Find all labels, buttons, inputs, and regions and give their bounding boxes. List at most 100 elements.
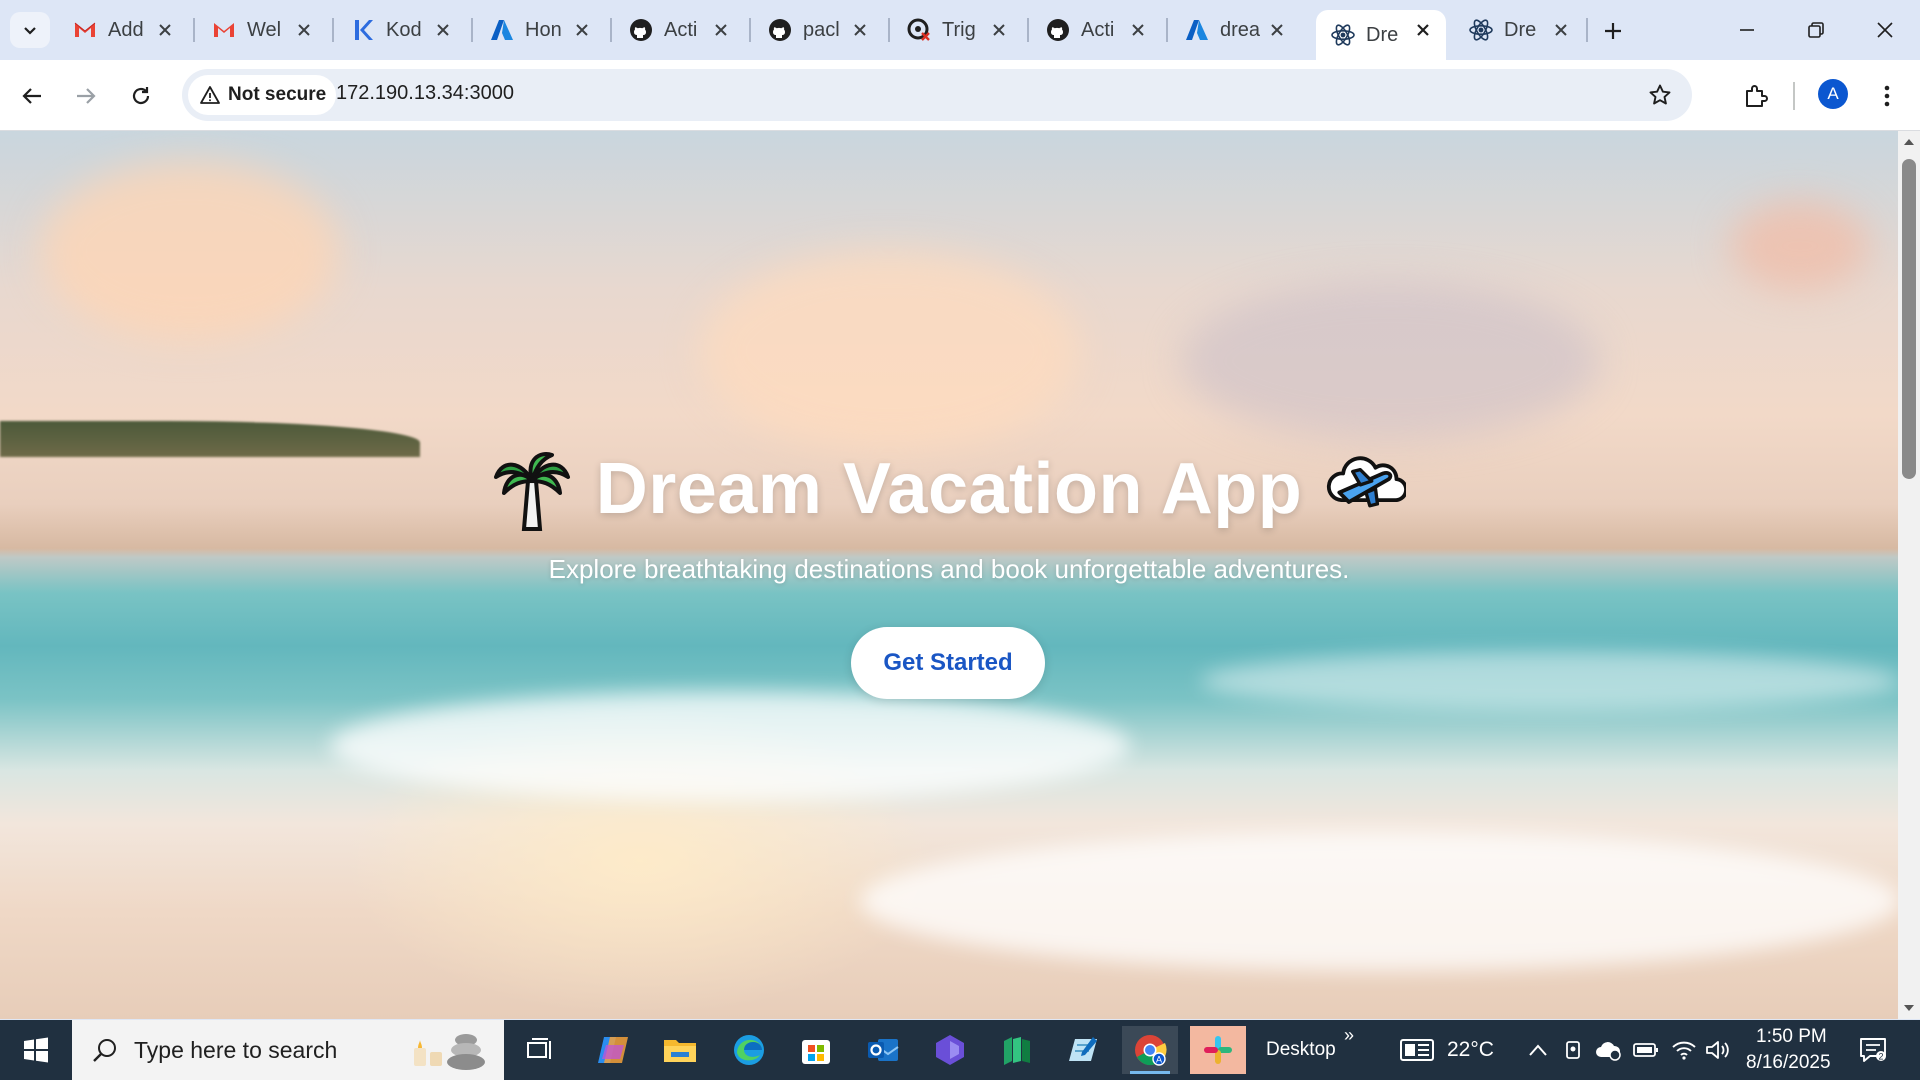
close-tab-icon[interactable] [1125, 17, 1151, 43]
close-icon [1877, 22, 1893, 38]
browser-tab[interactable]: Hon [475, 10, 605, 50]
close-window-button[interactable] [1860, 10, 1910, 50]
new-tab-button[interactable] [1596, 14, 1630, 48]
slack-icon [1204, 1036, 1232, 1064]
task-view-icon [527, 1038, 551, 1059]
profile-avatar[interactable]: A [1818, 79, 1848, 109]
search-icon [90, 1035, 120, 1065]
tab-title: Hon [525, 18, 562, 41]
edge-taskbar-button[interactable] [721, 1026, 777, 1074]
task-view-button[interactable] [512, 1026, 568, 1074]
browser-tab[interactable]: Acti [1031, 10, 1161, 50]
close-tab-icon[interactable] [152, 17, 178, 43]
browser-tab[interactable]: Wel [197, 10, 327, 50]
puzzle-icon [1746, 85, 1768, 107]
tab-divider [1027, 18, 1029, 42]
browser-tab[interactable]: Add [58, 10, 188, 50]
reload-button[interactable] [121, 76, 161, 116]
tab-title: Dre [1366, 23, 1399, 46]
slack-taskbar-button[interactable] [1190, 1026, 1246, 1074]
browser-tab[interactable]: drea [1170, 10, 1300, 50]
close-tab-icon[interactable] [430, 17, 456, 43]
chrome-taskbar-button[interactable]: A [1122, 1026, 1178, 1074]
kebab-menu-icon [1884, 85, 1890, 107]
address-bar[interactable]: Not secure 172.190.13.34:3000 [182, 69, 1692, 121]
tab-strip: Add Wel Kod Hon Acti pacl Trig Acti drea… [0, 0, 1920, 60]
wave-foam [1200, 651, 1898, 711]
github-icon [628, 17, 654, 43]
get-started-button[interactable]: Get Started [851, 627, 1045, 699]
outlook-taskbar-button[interactable] [855, 1026, 911, 1074]
close-tab-icon[interactable] [1264, 17, 1290, 43]
clock-date[interactable]: 8/16/2025 [1746, 1052, 1831, 1074]
tab-title: Acti [664, 18, 698, 41]
gmail-icon [211, 17, 237, 43]
close-tab-icon[interactable] [708, 17, 734, 43]
search-highlight-image [394, 1026, 494, 1074]
chrome-icon: A [1135, 1035, 1167, 1066]
restore-button[interactable] [1791, 10, 1841, 50]
tab-divider [193, 18, 195, 42]
browser-tab[interactable]: Acti [614, 10, 744, 50]
tab-divider [749, 18, 751, 42]
close-tab-icon[interactable] [291, 17, 317, 43]
svg-text:2: 2 [1878, 1052, 1883, 1062]
sunset-cloud [40, 161, 340, 341]
minimize-button[interactable] [1722, 10, 1772, 50]
battery-icon[interactable] [1632, 1036, 1660, 1064]
wifi-icon[interactable] [1670, 1036, 1698, 1064]
arrow-left-icon [22, 88, 41, 104]
bookmark-button[interactable] [1642, 77, 1678, 113]
clipchamp-icon [936, 1035, 964, 1065]
close-tab-icon[interactable] [986, 17, 1012, 43]
desktop-toolbar-label[interactable]: Desktop [1266, 1039, 1336, 1061]
tab-title: Acti [1081, 18, 1115, 41]
sheets-taskbar-button[interactable] [989, 1026, 1045, 1074]
copilot-taskbar-button[interactable] [585, 1026, 641, 1074]
search-placeholder: Type here to search [134, 1036, 338, 1063]
windows-logo-icon [24, 1037, 48, 1063]
volume-icon[interactable] [1704, 1036, 1732, 1064]
tab-search-button[interactable] [10, 12, 50, 48]
url-text[interactable]: 172.190.13.34:3000 [336, 82, 514, 105]
browser-tab[interactable]: Trig [892, 10, 1022, 50]
chevron-down-icon [24, 27, 36, 35]
browser-tab[interactable]: Dre [1454, 10, 1584, 50]
hero-heading: Dream Vacation App [0, 447, 1898, 531]
scroll-down-arrow-icon[interactable] [1902, 1001, 1916, 1015]
chevron-up-icon[interactable] [1524, 1036, 1552, 1064]
scrollbar-thumb[interactable] [1902, 159, 1916, 479]
onedrive-sync-icon[interactable] [1594, 1036, 1622, 1064]
notes-taskbar-button[interactable] [1056, 1026, 1112, 1074]
page-scrollbar[interactable] [1898, 131, 1920, 1019]
store-icon [802, 1040, 830, 1064]
start-button[interactable] [0, 1020, 72, 1080]
tab-title: pacl [803, 18, 840, 41]
close-tab-icon[interactable] [1548, 17, 1574, 43]
extensions-button[interactable] [1736, 76, 1776, 116]
browser-tab[interactable]: pacl [753, 10, 883, 50]
browser-tab-active[interactable]: Dre [1316, 10, 1446, 60]
forward-button[interactable] [66, 76, 106, 116]
close-tab-icon[interactable] [1410, 17, 1436, 43]
microsoft-store-taskbar-button[interactable] [788, 1026, 844, 1074]
back-button[interactable] [12, 76, 52, 116]
react-icon [1468, 17, 1494, 43]
close-tab-icon[interactable] [847, 17, 873, 43]
browser-tab[interactable]: Kod [336, 10, 466, 50]
outlook-icon [868, 1039, 899, 1061]
temperature-text[interactable]: 22°C [1447, 1038, 1494, 1062]
site-info-chip[interactable]: Not secure [188, 75, 336, 115]
taskbar-search-box[interactable]: Type here to search [72, 1020, 504, 1080]
clock-time[interactable]: 1:50 PM [1756, 1026, 1827, 1048]
notification-center-icon[interactable]: 2 [1858, 1036, 1888, 1064]
file-explorer-taskbar-button[interactable] [652, 1026, 708, 1074]
scroll-up-arrow-icon[interactable] [1902, 135, 1916, 149]
toolbar-overflow-chevron[interactable]: » [1344, 1025, 1354, 1046]
clipchamp-taskbar-button[interactable] [922, 1026, 978, 1074]
weather-widget-icon[interactable] [1399, 1036, 1435, 1064]
gmail-icon [72, 17, 98, 43]
meet-now-icon[interactable] [1560, 1036, 1588, 1064]
browser-menu-button[interactable] [1872, 76, 1902, 116]
close-tab-icon[interactable] [569, 17, 595, 43]
